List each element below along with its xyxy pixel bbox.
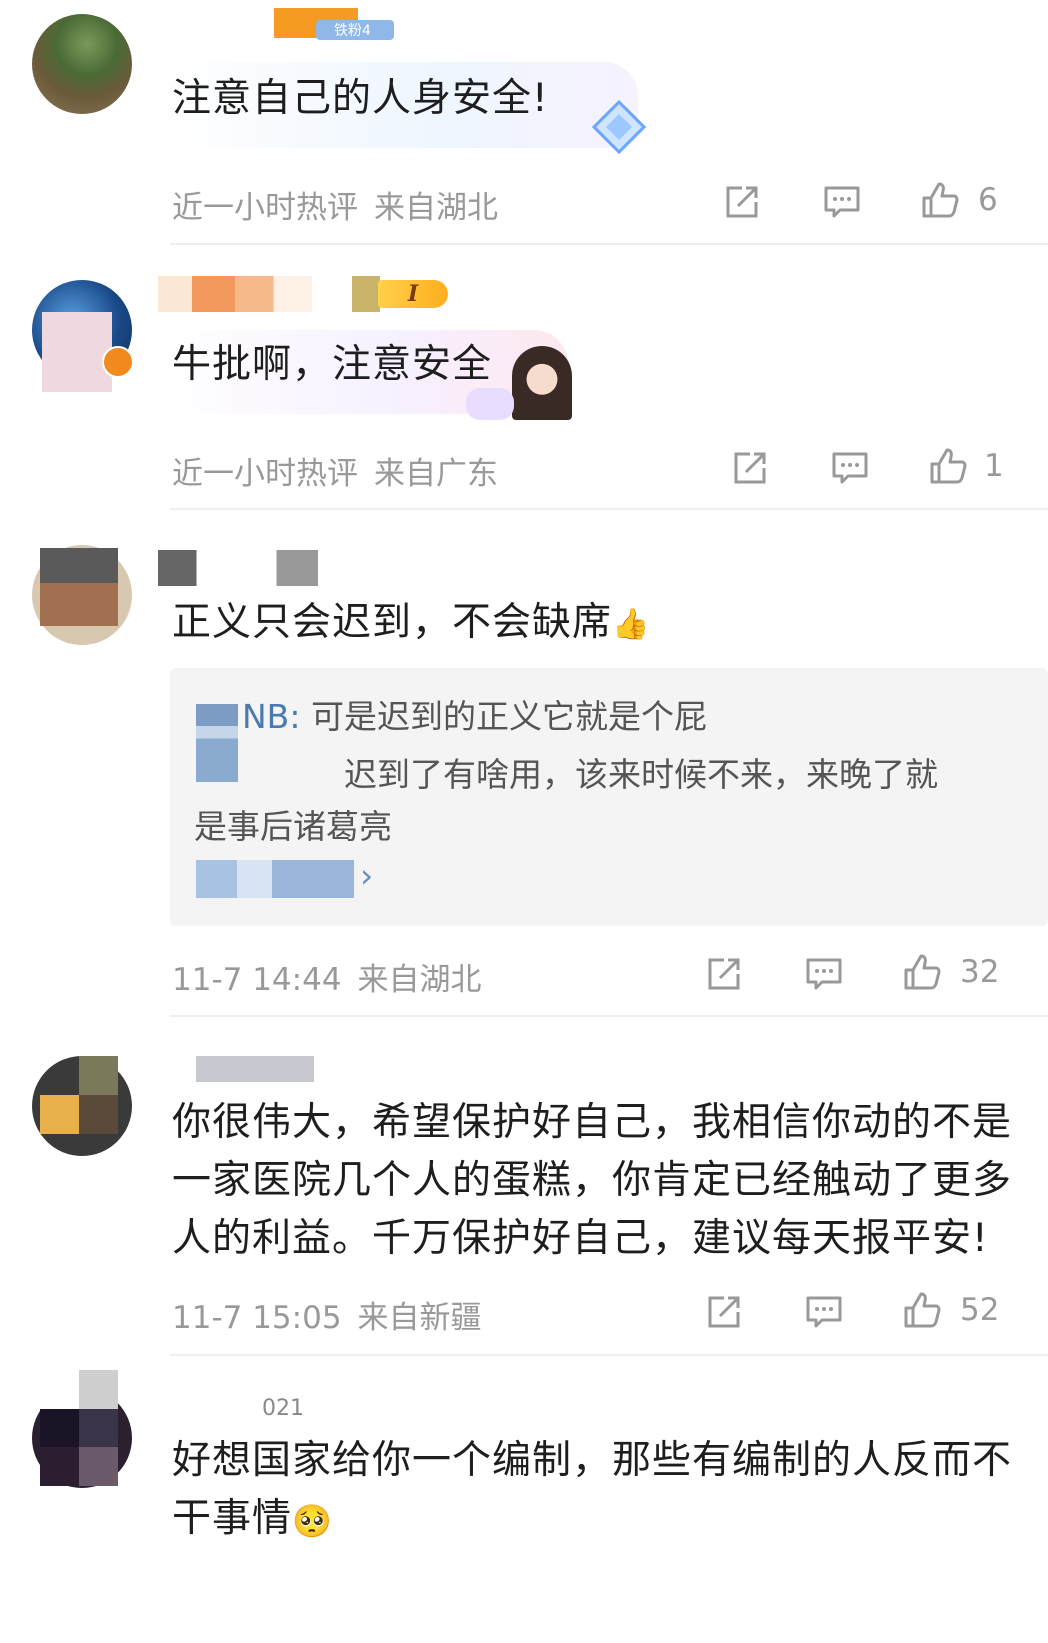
comment-button[interactable] <box>830 448 870 488</box>
username-mosaic <box>158 550 318 586</box>
avatar-mosaic <box>40 1056 118 1134</box>
share-icon <box>708 958 740 990</box>
thumbs-up-icon <box>904 954 941 990</box>
share-button[interactable] <box>704 954 744 994</box>
like-button[interactable] <box>902 1290 942 1330</box>
comment-text: 牛批啊，注意安全 <box>172 342 493 387</box>
share-icon <box>734 452 766 484</box>
comment-location: 来自新疆 <box>357 1300 482 1336</box>
comment-meta: 11-7 14:44 来自湖北 <box>172 954 482 999</box>
pleading-face-emoji-icon: 🥺 <box>292 1501 333 1540</box>
avatar-mosaic <box>42 312 112 392</box>
comment-time: 近一小时热评 <box>172 190 358 226</box>
like-button[interactable] <box>920 180 960 220</box>
comment-button[interactable] <box>804 1292 844 1332</box>
like-button[interactable] <box>902 952 942 992</box>
thumbs-up-emoji-icon: 👍 <box>612 606 651 642</box>
comment-location: 来自广东 <box>374 456 498 492</box>
comment-location: 来自湖北 <box>374 190 498 226</box>
comment-icon <box>824 186 860 218</box>
thumbs-up-icon <box>922 182 959 218</box>
comment-icon <box>806 1296 842 1328</box>
comment-text-line-1: 好想国家给你一个编制，那些有编制的人反而不 <box>172 1438 1013 1483</box>
share-icon <box>708 1296 740 1328</box>
comment-location: 来自湖北 <box>357 962 482 998</box>
comment-button[interactable] <box>804 954 844 994</box>
like-count: 32 <box>960 954 1000 990</box>
like-button[interactable] <box>928 446 968 486</box>
decoration-girl <box>512 346 572 420</box>
like-count: 1 <box>984 448 1004 484</box>
avatar-mosaic <box>40 548 118 626</box>
chevron-right-icon[interactable]: › <box>360 856 373 895</box>
comment-text-line-1: 你很伟大，希望保护好自己，我相信你动的不是 <box>172 1100 1013 1145</box>
divider <box>170 1354 1048 1356</box>
avatar[interactable] <box>32 14 132 114</box>
comment-meta: 11-7 15:05 来自新疆 <box>172 1292 482 1337</box>
share-button[interactable] <box>704 1292 744 1332</box>
comment-time: 11-7 15:05 <box>172 1300 342 1336</box>
reply-line-3: 是事后诸葛亮 <box>194 807 392 846</box>
like-count: 6 <box>978 182 998 218</box>
reply-line-1: NB: 可是迟到的正义它就是个屁 <box>242 697 707 736</box>
reply-avatar-mosaic <box>196 704 238 782</box>
share-button[interactable] <box>722 182 762 222</box>
comment-button[interactable] <box>822 182 862 222</box>
reply-link-mosaic <box>196 860 354 898</box>
username-fragment: 021 <box>262 1396 304 1421</box>
share-button[interactable] <box>730 448 770 488</box>
like-count: 52 <box>960 1292 1000 1328</box>
username-mosaic <box>196 1056 314 1082</box>
comment-time: 近一小时热评 <box>172 456 358 492</box>
comment-icon <box>832 452 868 484</box>
top-badge-label: 铁粉4 <box>316 20 394 40</box>
diamond-icon <box>591 99 647 155</box>
comment-text: 正义只会迟到，不会缺席👍 <box>172 592 650 656</box>
divider <box>170 508 1048 510</box>
comment-text-line-3: 人的利益。千万保护好自己，建议每天报平安! <box>172 1216 989 1261</box>
username-mosaic <box>158 276 312 312</box>
comment-text-line-2: 一家医院几个人的蛋糕，你肯定已经触动了更多 <box>172 1158 1013 1203</box>
thumbs-up-icon <box>930 448 967 484</box>
comment-meta: 近一小时热评 来自广东 <box>172 448 498 493</box>
reply-line-2: 迟到了有啥用，该来时候不来，来晚了就 <box>344 755 938 794</box>
level-badge: I <box>352 276 452 312</box>
share-icon <box>726 186 758 218</box>
divider <box>170 1015 1048 1017</box>
reply-preview[interactable]: NB: 可是迟到的正义它就是个屁 迟到了有啥用，该来时候不来，来晚了就 是事后诸… <box>170 668 1048 926</box>
comment-meta: 近一小时热评 来自湖北 <box>172 182 498 227</box>
comment-text-line-2: 干事情🥺 <box>172 1488 333 1552</box>
comment-icon <box>806 958 842 990</box>
avatar-mosaic <box>40 1370 118 1486</box>
verified-badge <box>102 346 134 378</box>
divider <box>170 243 1048 245</box>
thumbs-up-icon <box>904 1292 941 1328</box>
comment-text: 注意自己的人身安全! <box>172 76 549 121</box>
comment-time: 11-7 14:44 <box>172 962 342 998</box>
